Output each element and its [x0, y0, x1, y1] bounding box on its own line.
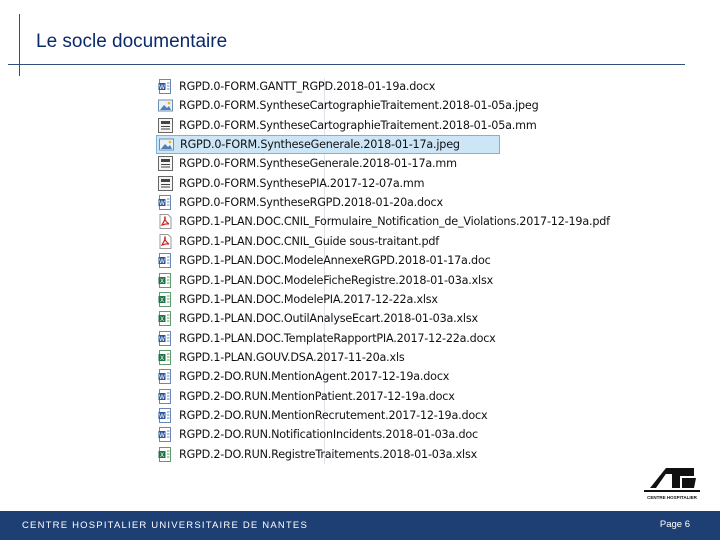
file-row[interactable]: W RGPD.2-DO.RUN.MentionPatient.2017-12-19…: [156, 387, 500, 406]
file-row[interactable]: X RGPD.1-PLAN.DOC.OutilAnalyseEcart.2018-…: [156, 309, 500, 328]
word-icon: W: [158, 253, 173, 269]
svg-text:X: X: [160, 355, 164, 362]
svg-text:W: W: [159, 200, 165, 207]
excel-icon: X: [158, 272, 173, 288]
mindmap-icon: [158, 156, 173, 172]
file-row[interactable]: X RGPD.1-PLAN.DOC.ModelePIA.2017-12-22a.x…: [156, 290, 500, 309]
pdf-icon: [158, 214, 173, 230]
footer-bar: CENTRE HOSPITALIER UNIVERSITAIRE DE NANT…: [0, 511, 720, 540]
file-row[interactable]: W RGPD.1-PLAN.DOC.ModeleAnnexeRGPD.2018-0…: [156, 251, 500, 270]
footer-institution: CENTRE HOSPITALIER UNIVERSITAIRE DE NANT…: [22, 520, 309, 531]
file-row[interactable]: X RGPD.1-PLAN.GOUV.DSA.2017-11-20a.xls: [156, 348, 500, 367]
mindmap-icon: [158, 175, 173, 191]
file-name: RGPD.1-PLAN.DOC.CNIL_Formulaire_Notifica…: [179, 215, 610, 229]
title-horizontal-rule: [8, 64, 685, 65]
file-name: RGPD.2-DO.RUN.MentionRecrutement.2017-12…: [179, 408, 488, 422]
file-name: RGPD.2-DO.RUN.RegistreTraitements.2018-0…: [179, 447, 478, 461]
svg-text:X: X: [160, 316, 164, 323]
word-icon: W: [158, 427, 173, 443]
file-row[interactable]: W RGPD.1-PLAN.DOC.TemplateRapportPIA.2017…: [156, 329, 500, 348]
title-vertical-rule: [19, 14, 20, 76]
svg-text:W: W: [159, 393, 165, 400]
svg-text:W: W: [159, 432, 165, 439]
svg-text:X: X: [160, 277, 164, 284]
file-row[interactable]: RGPD.1-PLAN.DOC.CNIL_Formulaire_Notifica…: [156, 212, 610, 231]
image-icon: [158, 98, 173, 113]
file-row[interactable]: X RGPD.1-PLAN.DOC.ModeleFicheRegistre.201…: [156, 271, 500, 290]
file-row[interactable]: W RGPD.2-DO.RUN.MentionAgent.2017-12-19a.…: [156, 367, 500, 386]
word-icon: W: [158, 369, 173, 385]
file-row[interactable]: W RGPD.2-DO.RUN.NotificationIncidents.201…: [156, 425, 500, 444]
excel-icon: X: [158, 291, 173, 307]
file-name: RGPD.1-PLAN.GOUV.DSA.2017-11-20a.xls: [179, 350, 405, 364]
file-name: RGPD.2-DO.RUN.NotificationIncidents.2018…: [179, 428, 478, 442]
file-name: RGPD.1-PLAN.DOC.ModeleAnnexeRGPD.2018-01…: [179, 254, 491, 268]
word-icon: W: [158, 407, 173, 423]
file-name: RGPD.1-PLAN.DOC.CNIL_Guide sous-traitant…: [179, 234, 440, 248]
mindmap-icon: [158, 117, 173, 133]
svg-text:W: W: [159, 84, 165, 91]
file-row[interactable]: W RGPD.0-FORM.SyntheseRGPD.2018-01-20a.do…: [156, 193, 500, 212]
file-row[interactable]: X RGPD.2-DO.RUN.RegistreTraitements.2018-…: [156, 445, 500, 464]
file-row[interactable]: W RGPD.0-FORM.GANTT_RGPD.2018-01-19a.docx: [156, 77, 500, 96]
svg-text:W: W: [159, 335, 165, 342]
file-name: RGPD.2-DO.RUN.MentionPatient.2017-12-19a…: [179, 389, 455, 403]
slide-title: Le socle documentaire: [36, 31, 228, 52]
file-row[interactable]: RGPD.0-FORM.SyntheseCartographieTraiteme…: [156, 116, 537, 135]
pdf-icon: [158, 233, 173, 249]
file-row[interactable]: RGPD.0-FORM.SyntheseGenerale.2018-01-17a…: [156, 154, 500, 173]
word-icon: W: [158, 195, 173, 211]
file-name: RGPD.0-FORM.SyntheseGenerale.2018-01-17a…: [179, 157, 457, 171]
svg-text:W: W: [159, 413, 165, 420]
svg-text:W: W: [159, 258, 165, 265]
file-row[interactable]: RGPD.0-FORM.SynthesePIA.2017-12-07a.mm: [156, 174, 500, 193]
image-icon: [159, 137, 174, 152]
file-name: RGPD.0-FORM.SyntheseCartographieTraiteme…: [179, 99, 539, 113]
file-list-screenshot: W RGPD.0-FORM.GANTT_RGPD.2018-01-19a.docx…: [152, 74, 610, 470]
file-name: RGPD.0-FORM.GANTT_RGPD.2018-01-19a.docx: [179, 80, 436, 93]
svg-text:W: W: [159, 374, 165, 381]
file-name: RGPD.1-PLAN.DOC.ModelePIA.2017-12-22a.xl…: [179, 292, 438, 306]
file-name: RGPD.0-FORM.SyntheseRGPD.2018-01-20a.doc…: [179, 196, 443, 210]
file-name: RGPD.1-PLAN.DOC.OutilAnalyseEcart.2018-0…: [179, 312, 478, 326]
file-name: RGPD.0-FORM.SyntheseGenerale.2018-01-17a…: [180, 138, 460, 152]
excel-icon: X: [158, 349, 173, 365]
excel-icon: X: [158, 311, 173, 327]
word-icon: W: [158, 330, 173, 346]
file-row[interactable]: RGPD.0-FORM.SyntheseCartographieTraiteme…: [156, 96, 539, 115]
file-name: RGPD.0-FORM.SyntheseCartographieTraiteme…: [179, 118, 537, 132]
page-number: Page 6: [659, 519, 690, 530]
logo-caption: CENTRE HOSPITALIER: [647, 495, 697, 500]
file-name: RGPD.1-PLAN.DOC.ModeleFicheRegistre.2018…: [179, 273, 494, 287]
word-icon: W: [158, 388, 173, 404]
excel-icon: X: [158, 446, 173, 462]
file-row[interactable]: RGPD.0-FORM.SyntheseGenerale.2018-01-17a…: [156, 135, 500, 155]
svg-text:X: X: [160, 451, 164, 458]
file-name: RGPD.0-FORM.SynthesePIA.2017-12-07a.mm: [179, 176, 425, 190]
file-name: RGPD.1-PLAN.DOC.TemplateRapportPIA.2017-…: [179, 331, 496, 345]
word-icon: W: [158, 79, 173, 94]
svg-text:X: X: [160, 297, 164, 304]
file-name: RGPD.2-DO.RUN.MentionAgent.2017-12-19a.d…: [179, 370, 450, 384]
file-row[interactable]: RGPD.1-PLAN.DOC.CNIL_Guide sous-traitant…: [156, 232, 500, 251]
file-row[interactable]: W RGPD.2-DO.RUN.MentionRecrutement.2017-1…: [156, 406, 500, 425]
